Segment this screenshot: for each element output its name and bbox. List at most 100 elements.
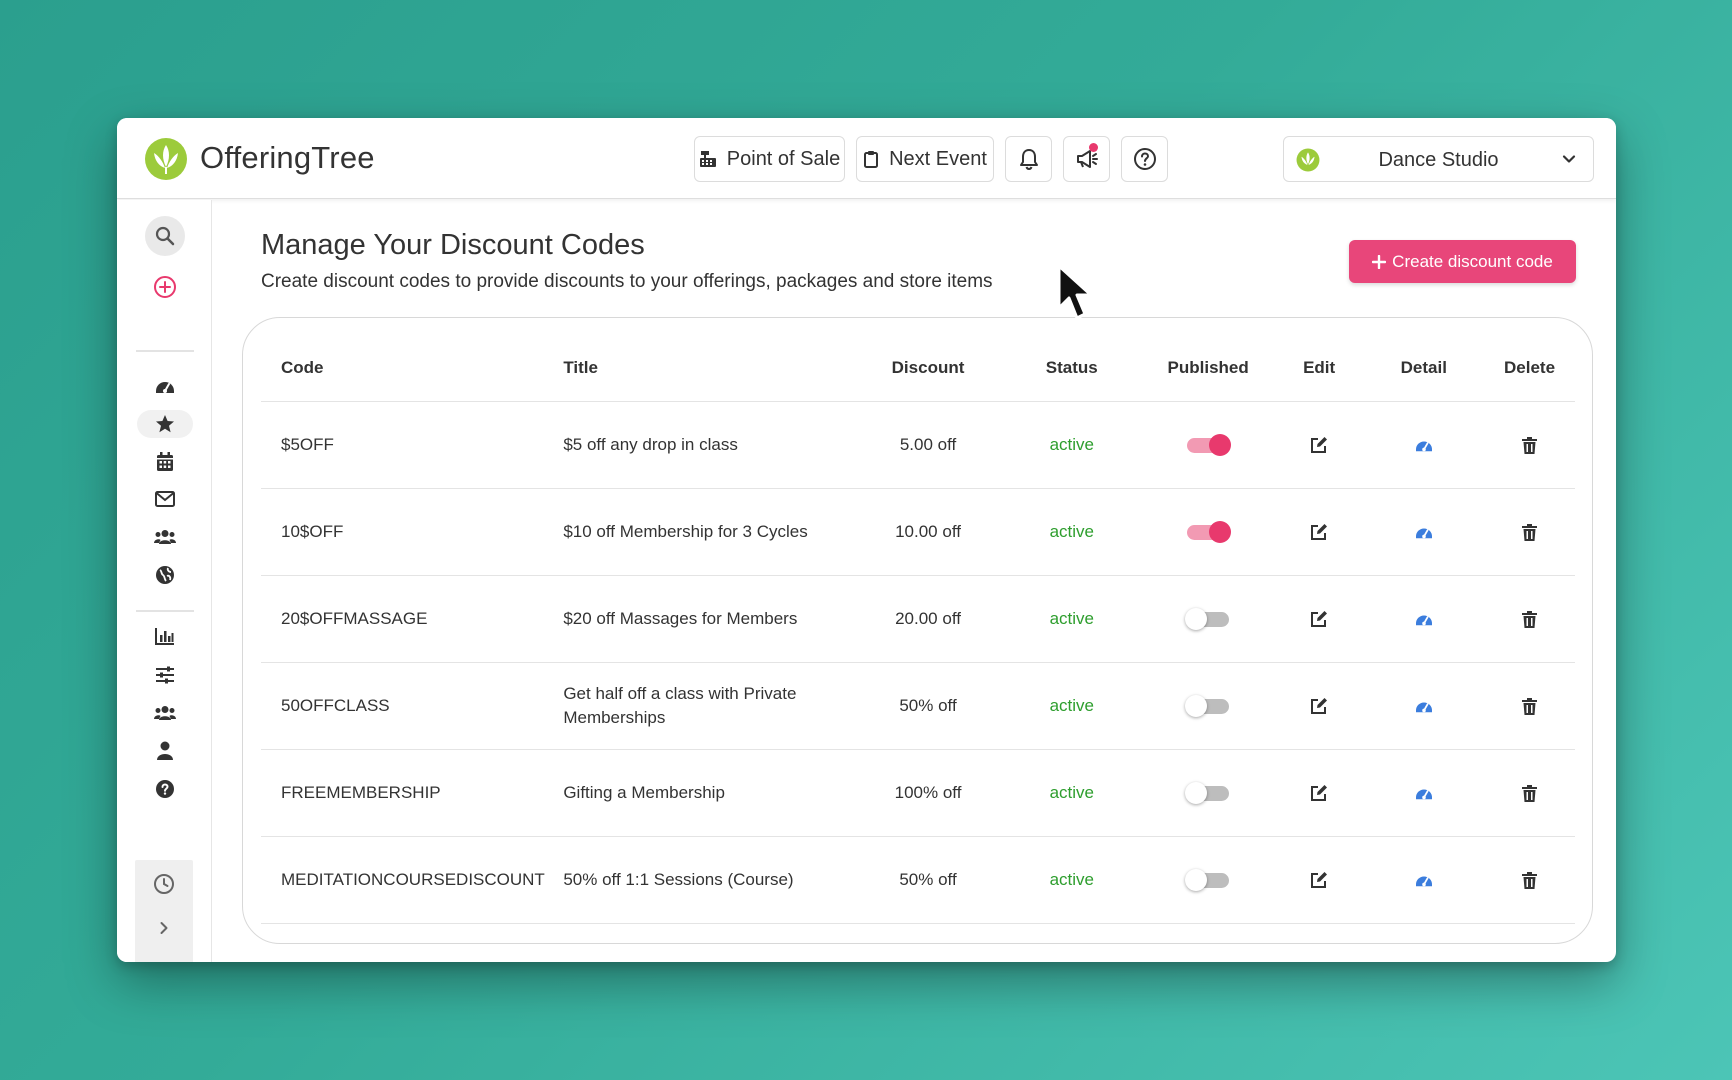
- sidebar-item-staff[interactable]: [147, 695, 183, 731]
- delete-button[interactable]: [1522, 436, 1538, 454]
- column-header-code: Code: [261, 336, 564, 402]
- table-row: 10$OFF $10 off Membership for 3 Cycles 1…: [261, 488, 1575, 576]
- published-toggle[interactable]: [1185, 607, 1231, 631]
- cell-published: [1141, 575, 1275, 663]
- column-header-published: Published: [1141, 336, 1275, 402]
- published-toggle[interactable]: [1185, 781, 1231, 805]
- sidebar-item-dashboard[interactable]: [147, 368, 183, 404]
- cell-code: 20$OFFMASSAGE: [261, 575, 564, 663]
- edit-button[interactable]: [1310, 610, 1328, 628]
- sidebar-item-reports[interactable]: [147, 618, 183, 654]
- cell-delete: [1484, 401, 1575, 489]
- globe-icon: [156, 566, 174, 584]
- detail-button[interactable]: [1415, 611, 1433, 627]
- published-toggle[interactable]: [1185, 694, 1231, 718]
- cell-detail: [1363, 836, 1485, 924]
- cell-status: active: [1002, 488, 1142, 576]
- delete-button[interactable]: [1522, 610, 1538, 628]
- edit-button[interactable]: [1310, 523, 1328, 541]
- brand-name[interactable]: OfferingTree: [200, 140, 375, 176]
- published-toggle[interactable]: [1185, 433, 1232, 457]
- cell-delete: [1484, 836, 1575, 924]
- sidebar-search[interactable]: [145, 216, 185, 256]
- sliders-icon: [156, 666, 174, 684]
- delete-button[interactable]: [1522, 871, 1538, 889]
- create-discount-code-label: Create discount code: [1392, 251, 1553, 271]
- detail-button[interactable]: [1415, 524, 1433, 540]
- edit-button[interactable]: [1310, 697, 1328, 715]
- sidebar-item-calendar[interactable]: [147, 444, 183, 480]
- cell-delete: [1484, 488, 1575, 576]
- sidebar-history[interactable]: [146, 866, 182, 902]
- next-event-label: Next Event: [889, 147, 987, 170]
- sidebar-divider-2: [136, 610, 194, 612]
- cell-published: [1141, 401, 1275, 489]
- users-icon: [154, 706, 176, 720]
- sidebar-item-messages[interactable]: [147, 481, 183, 517]
- edit-button[interactable]: [1310, 871, 1328, 889]
- point-of-sale-label: Point of Sale: [726, 147, 841, 170]
- delete-button[interactable]: [1522, 784, 1538, 802]
- studio-selector[interactable]: Dance Studio: [1283, 136, 1594, 182]
- cell-detail: [1363, 401, 1485, 489]
- create-discount-code-button[interactable]: Create discount code: [1349, 240, 1576, 283]
- cell-detail: [1363, 749, 1485, 837]
- offeringtree-logo-icon[interactable]: [144, 137, 188, 181]
- cell-title: $10 off Membership for 3 Cycles: [563, 488, 855, 576]
- plus-icon: [1372, 254, 1387, 269]
- cell-edit: [1274, 749, 1364, 837]
- table-row: MEDITATIONCOURSEDISCOUNT 50% off 1:1 Ses…: [261, 836, 1575, 924]
- cell-discount: 50% off: [854, 836, 1003, 924]
- mouse-cursor-icon: [1057, 264, 1093, 320]
- sidebar-item-account[interactable]: [147, 733, 183, 769]
- trash-icon: [1522, 697, 1538, 715]
- cell-edit: [1274, 662, 1364, 750]
- page-title: Manage Your Discount Codes: [261, 229, 645, 261]
- cell-discount: 10.00 off: [854, 488, 1003, 576]
- announcements-button[interactable]: [1063, 136, 1110, 182]
- detail-button[interactable]: [1415, 872, 1433, 888]
- users-icon: [154, 530, 176, 544]
- cash-register-icon: [699, 151, 716, 167]
- published-toggle[interactable]: [1185, 868, 1231, 892]
- notifications-button[interactable]: [1005, 136, 1052, 182]
- cell-discount: 5.00 off: [854, 401, 1003, 489]
- point-of-sale-button[interactable]: Point of Sale: [694, 136, 845, 182]
- sidebar-item-website[interactable]: [147, 557, 183, 593]
- bar-chart-icon: [155, 628, 174, 645]
- cell-title: Gifting a Membership: [563, 749, 855, 837]
- cell-status: active: [1002, 575, 1142, 663]
- sidebar-item-help[interactable]: [147, 771, 183, 807]
- sidebar-add[interactable]: [145, 267, 185, 307]
- delete-button[interactable]: [1522, 697, 1538, 715]
- cell-title: $20 off Massages for Members: [563, 575, 855, 663]
- cell-code: MEDITATIONCOURSEDISCOUNT: [261, 836, 564, 924]
- sidebar-item-customers[interactable]: [147, 519, 183, 555]
- cell-published: [1141, 488, 1275, 576]
- detail-button[interactable]: [1415, 698, 1433, 714]
- next-event-button[interactable]: Next Event: [856, 136, 994, 182]
- published-toggle[interactable]: [1185, 520, 1232, 544]
- delete-button[interactable]: [1522, 523, 1538, 541]
- detail-button[interactable]: [1415, 437, 1433, 453]
- sidebar-item-offerings[interactable]: [137, 410, 193, 438]
- cell-detail: [1363, 575, 1485, 663]
- discount-codes-card: Code Title Discount Status Published Edi…: [242, 317, 1593, 944]
- edit-button[interactable]: [1310, 784, 1328, 802]
- edit-icon: [1311, 785, 1328, 802]
- sidebar-divider: [136, 350, 194, 352]
- gauge-icon: [1415, 789, 1432, 800]
- detail-button[interactable]: [1415, 785, 1433, 801]
- edit-button[interactable]: [1310, 436, 1328, 454]
- cell-published: [1141, 662, 1275, 750]
- star-icon: [156, 415, 174, 433]
- table-row: 20$OFFMASSAGE $20 off Massages for Membe…: [261, 575, 1575, 663]
- help-button[interactable]: [1121, 136, 1168, 182]
- trash-icon: [1522, 871, 1538, 889]
- sidebar-item-settings[interactable]: [147, 657, 183, 693]
- chevron-right-icon: [160, 922, 168, 934]
- sidebar-expand[interactable]: [146, 910, 182, 946]
- trash-icon: [1522, 523, 1538, 541]
- trash-icon: [1522, 784, 1538, 802]
- edit-icon: [1311, 872, 1328, 889]
